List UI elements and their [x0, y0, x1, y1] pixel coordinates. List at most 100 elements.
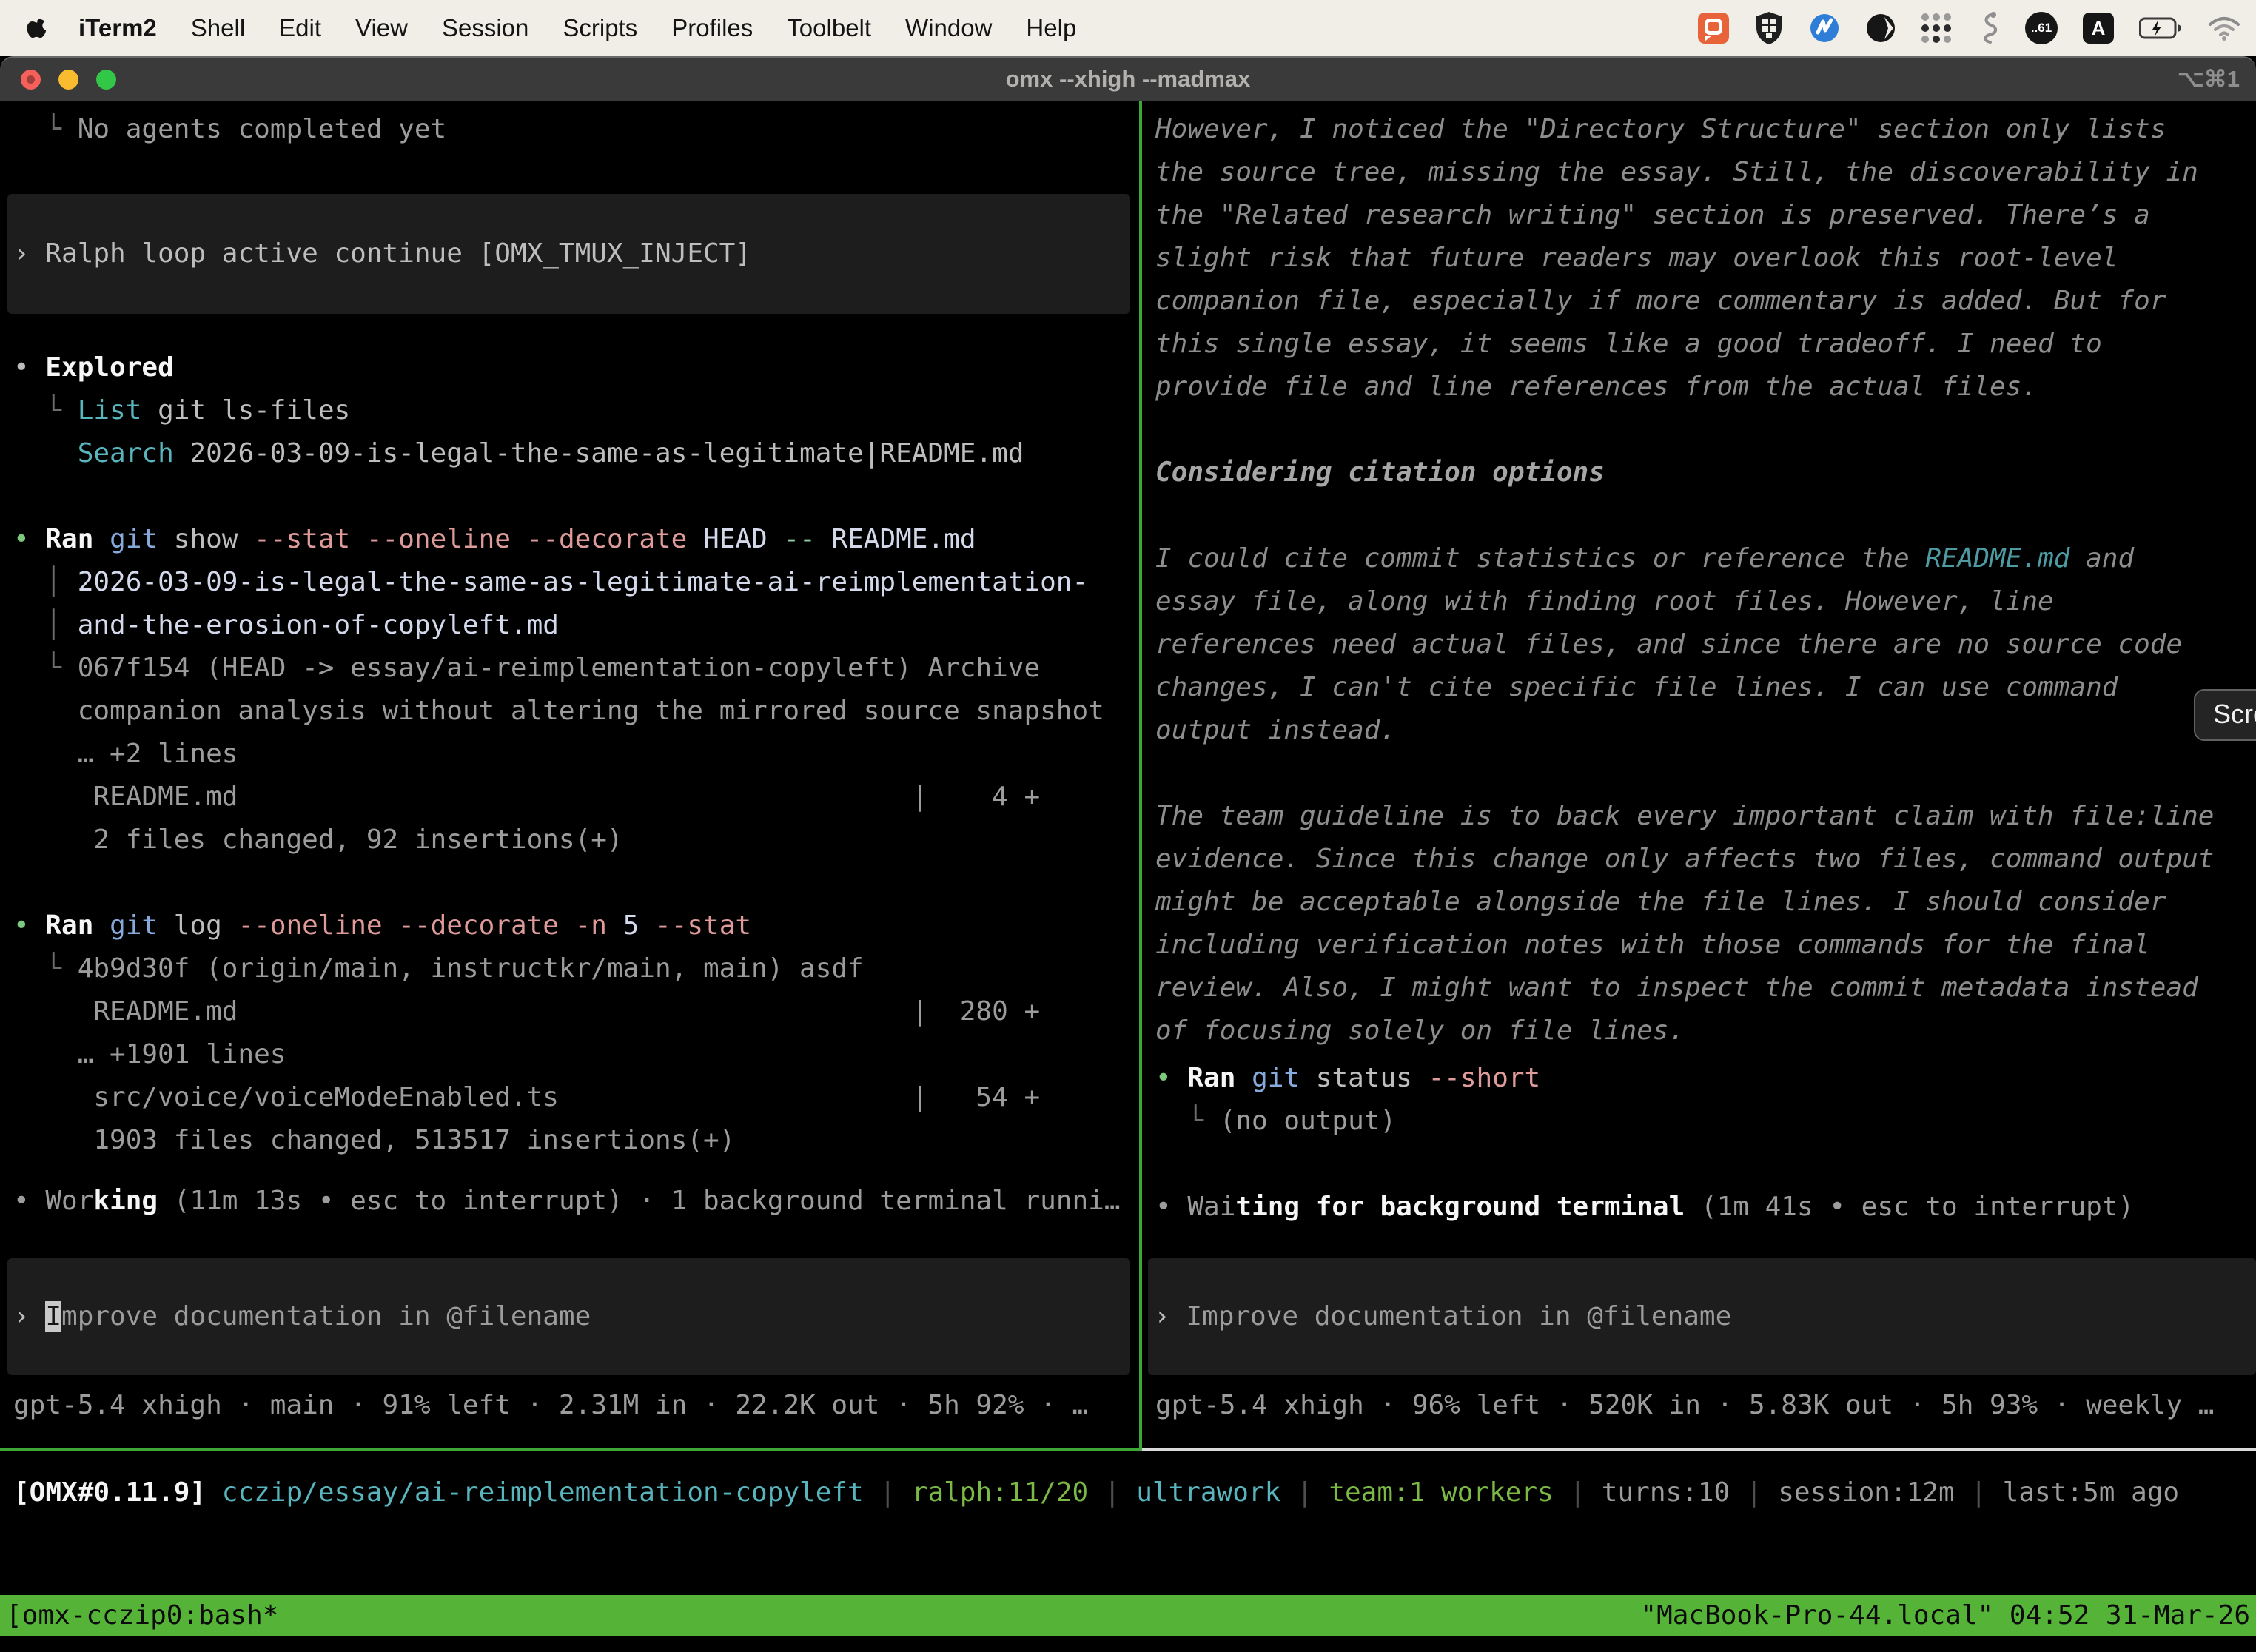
terminal-line: src/voice/voiceModeEnabled.ts | 54 + [0, 1076, 1139, 1119]
menu-item-help[interactable]: Help [1026, 14, 1076, 42]
iterm-window: omx --xhigh --madmax ⌥⌘1 └ No agents com… [0, 56, 2256, 1652]
tmux-session-label[interactable]: [omx-cczip0:bash* [0, 1595, 284, 1636]
menu-item-edit[interactable]: Edit [279, 14, 321, 42]
window-titlebar[interactable]: omx --xhigh --madmax ⌥⌘1 [0, 58, 2256, 101]
terminal-line: … +2 lines [0, 733, 1139, 776]
terminal-line: README.md | 280 + [0, 990, 1139, 1033]
reasoning-line: the source tree, missing the essay. Stil… [1142, 151, 2256, 194]
terminal-line: › Ralph loop active continue [OMX_TMUX_I… [7, 232, 751, 275]
prompt-text: › Improve documentation in @filename [1148, 1295, 1731, 1338]
pane-border-bottom-left [0, 1448, 1139, 1451]
reasoning-line: The team guideline is to back every impo… [1142, 795, 2256, 838]
terminal-line: • Ran git show --stat --oneline --decora… [0, 518, 1139, 561]
battery-icon[interactable] [2139, 17, 2182, 39]
reasoning-line: companion file, especially if more comme… [1142, 280, 2256, 323]
menu-item-scripts[interactable]: Scripts [563, 14, 637, 42]
reasoning-line: provide file and line references from th… [1142, 366, 2256, 409]
verified-badge-icon[interactable] [1809, 13, 1840, 44]
session-status-left: gpt-5.4 xhigh · main · 91% left · 2.31M … [0, 1384, 1139, 1427]
menu-item-profiles[interactable]: Profiles [671, 14, 753, 42]
menu-item-shell[interactable]: Shell [191, 14, 245, 42]
reasoning-line: including verification notes with those … [1142, 924, 2256, 967]
spacer [1142, 101, 2256, 108]
waiting-status-line: • Waiting for background terminal (1m 41… [1142, 1186, 2256, 1229]
working-status-line: • Working (11m 13s • esc to interrupt) ·… [0, 1180, 1139, 1223]
reasoning-line: However, I noticed the "Directory Struct… [1142, 108, 2256, 151]
prompt-text: › Improve documentation in @filename [7, 1295, 591, 1338]
blank-line [1142, 1143, 2256, 1186]
terminal-line: 1903 files changed, 513517 insertions(+) [0, 1119, 1139, 1162]
keyboard-a-icon[interactable]: A [2083, 13, 2114, 44]
spacer [0, 101, 1139, 108]
menu-item-window[interactable]: Window [905, 14, 992, 42]
blank-line [1142, 752, 2256, 795]
reasoning-line: changes, I can't cite specific file line… [1142, 666, 2256, 709]
terminal-line: └ 067f154 (HEAD -> essay/ai-reimplementa… [0, 647, 1139, 690]
tmux-status-bar: [omx-cczip0:bash* "MacBook-Pro-44.local"… [0, 1595, 2256, 1636]
spacer [0, 314, 1139, 346]
menu-bar: iTerm2 Shell Edit View Session Scripts P… [0, 0, 2256, 56]
dots-grid-icon[interactable] [1921, 13, 1953, 44]
reasoning-line: might be acceptable alongside the file l… [1142, 881, 2256, 924]
reasoning-line: this single essay, it seems like a good … [1142, 323, 2256, 366]
terminal-line: └ (no output) [1142, 1100, 2256, 1143]
blank-line [0, 862, 1139, 904]
chat-icon[interactable] [1698, 13, 1729, 44]
menu-status-icons: ..61 A [1698, 11, 2241, 45]
reasoning-line: review. Also, I might want to inspect th… [1142, 967, 2256, 1010]
terminal-line: │ and-the-erosion-of-copyleft.md [0, 604, 1139, 647]
shield-icon[interactable] [1754, 11, 1784, 45]
terminal-line: companion analysis without altering the … [0, 690, 1139, 733]
pane-border-bottom-right [1142, 1448, 2256, 1451]
chat-icon-tail [1705, 36, 1712, 41]
blank-line [1142, 409, 2256, 451]
apple-icon[interactable] [25, 13, 50, 43]
reasoning-line: the "Related research writing" section i… [1142, 194, 2256, 237]
reasoning-line: of focusing solely on file lines. [1142, 1010, 2256, 1052]
terminal-line: └ No agents completed yet [0, 108, 1139, 151]
terminal-line: README.md | 4 + [0, 776, 1139, 819]
terminal-line: Search 2026-03-09-is-legal-the-same-as-l… [0, 432, 1139, 475]
terminal-line: • Explored [0, 346, 1139, 389]
edge-tooltip: Scre [2194, 689, 2256, 741]
reasoning-line: references need actual files, and since … [1142, 623, 2256, 666]
tmux-host-clock: "MacBook-Pro-44.local" 04:52 31-Mar-26 [1634, 1595, 2256, 1636]
blank-line [1142, 494, 2256, 537]
wifi-icon[interactable] [2207, 16, 2241, 41]
reasoning-heading: Considering citation options [1142, 451, 2256, 494]
session-status-right: gpt-5.4 xhigh · 96% left · 520K in · 5.8… [1142, 1384, 2256, 1427]
terminal-line: • Ran git status --short [1142, 1057, 2256, 1100]
screen: { "chrome": { "menubar": { "items": ["iT… [0, 0, 2256, 1652]
reasoning-line: essay file, along with finding root file… [1142, 580, 2256, 623]
terminal-line: 2 files changed, 92 insertions(+) [0, 819, 1139, 862]
menu-item-iterm2[interactable]: iTerm2 [78, 14, 157, 42]
ralph-loop-banner: › Ralph loop active continue [OMX_TMUX_I… [7, 194, 1130, 314]
menu-item-session[interactable]: Session [442, 14, 528, 42]
window-shortcut-badge: ⌥⌘1 [2178, 58, 2240, 101]
window-title: omx --xhigh --madmax [0, 58, 2256, 101]
prompt-input-right[interactable]: › Improve documentation in @filename [1148, 1258, 2256, 1375]
tmux-pane-left[interactable]: └ No agents completed yet › Ralph loop a… [0, 101, 1139, 1448]
squiggle-icon[interactable] [1978, 11, 2000, 45]
menu-item-toolbelt[interactable]: Toolbelt [787, 14, 871, 42]
prompt-input-left[interactable]: › Improve documentation in @filename [7, 1258, 1130, 1375]
terminal-line: └ 4b9d30f (origin/main, instructkr/main,… [0, 947, 1139, 990]
terminal-line: └ List git ls-files [0, 389, 1139, 432]
blank-line [0, 475, 1139, 518]
omx-status-line: [OMX#0.11.9] cczip/essay/ai-reimplementa… [0, 1471, 2256, 1514]
timer-badge-icon[interactable]: ..61 [2025, 12, 2058, 44]
terminal-line: … +1901 lines [0, 1033, 1139, 1076]
chat-icon-inner [1705, 19, 1722, 35]
reasoning-line: output instead. [1142, 709, 2256, 752]
kaleidoscope-icon[interactable] [1865, 13, 1896, 44]
terminal-area: └ No agents completed yet › Ralph loop a… [0, 101, 2256, 1652]
tmux-pane-right[interactable]: However, I noticed the "Directory Struct… [1142, 101, 2256, 1448]
blank-line [0, 151, 1139, 194]
menu-item-view[interactable]: View [355, 14, 408, 42]
terminal-line: │ 2026-03-09-is-legal-the-same-as-legiti… [0, 561, 1139, 604]
reasoning-line: evidence. Since this change only affects… [1142, 838, 2256, 881]
reasoning-line: I could cite commit statistics or refere… [1142, 537, 2256, 580]
reasoning-line: slight risk that future readers may over… [1142, 237, 2256, 280]
terminal-line: • Ran git log --oneline --decorate -n 5 … [0, 904, 1139, 947]
spacer [0, 1162, 1139, 1180]
